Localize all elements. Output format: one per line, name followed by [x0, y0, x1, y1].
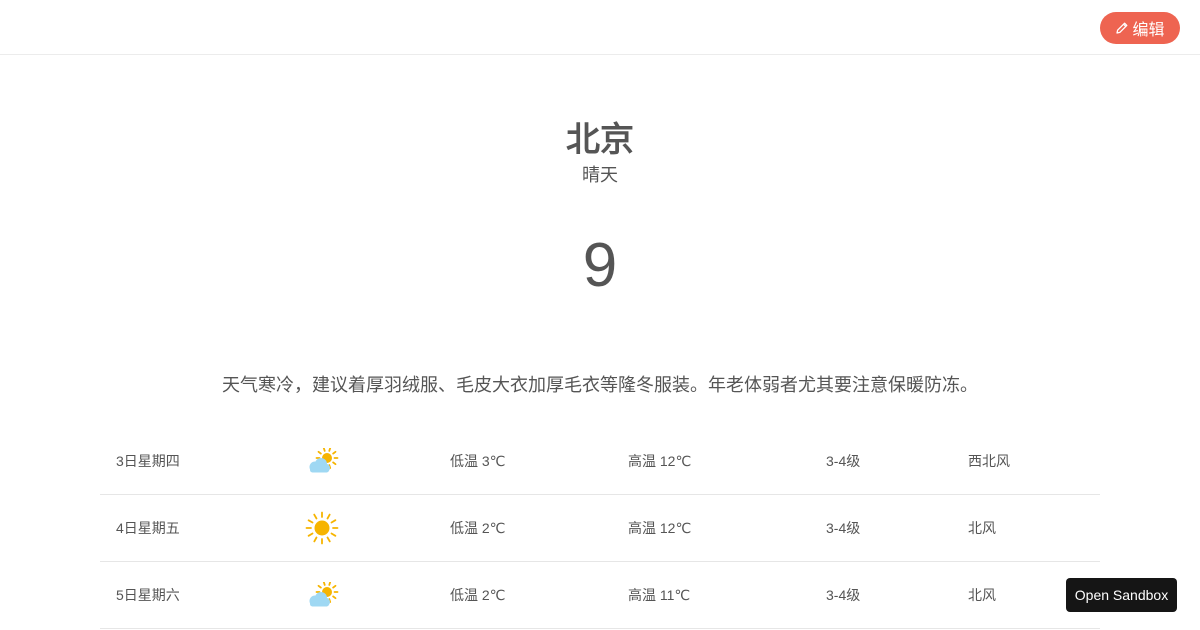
forecast-date: 3日星期四: [116, 453, 180, 469]
forecast-row: 4日星期五 低温 2℃ 高温 12℃ 3-4级 北风: [100, 495, 1100, 562]
edit-button-label: 编辑: [1132, 22, 1165, 39]
partly-cloudy-icon: [305, 562, 339, 628]
forecast-low-temp: 低温 2℃: [450, 587, 506, 603]
forecast-wind-direction: 北风: [968, 587, 996, 603]
forecast-high-temp: 高温 11℃: [628, 587, 691, 603]
top-bar: 编辑: [0, 0, 1200, 55]
current-temperature: 9: [582, 231, 618, 300]
forecast-wind-level: 3-4级: [826, 453, 861, 469]
clothing-tips: 天气寒冷，建议着厚羽绒服、毛皮大衣加厚毛衣等隆冬服装。年老体弱者尤其要注意保暖防…: [222, 375, 978, 395]
forecast-wind-direction: 西北风: [968, 453, 1010, 469]
forecast-date: 4日星期五: [116, 520, 180, 536]
forecast-wind-level: 3-4级: [826, 520, 861, 536]
forecast-list: 3日星期四 低温 3℃ 高温 12℃ 3-4级 西北风 4日星期五 低温 2℃ …: [100, 428, 1100, 629]
sunny-icon: [305, 495, 339, 561]
forecast-date: 5日星期六: [116, 587, 180, 603]
edit-button[interactable]: 编辑: [1100, 12, 1180, 44]
current-weather: 晴天: [582, 165, 618, 185]
forecast-low-temp: 低温 3℃: [450, 453, 506, 469]
pencil-icon: [1115, 21, 1129, 35]
forecast-wind-level: 3-4级: [826, 587, 861, 603]
forecast-low-temp: 低温 2℃: [450, 520, 506, 536]
forecast-row: 5日星期六 低温 2℃ 高温 11℃ 3-4级 北风: [100, 562, 1100, 629]
open-sandbox-button[interactable]: Open Sandbox: [1066, 578, 1177, 612]
partly-cloudy-icon: [305, 428, 339, 494]
forecast-high-temp: 高温 12℃: [628, 453, 692, 469]
forecast-wind-direction: 北风: [968, 520, 996, 536]
forecast-high-temp: 高温 12℃: [628, 520, 692, 536]
city-name: 北京: [566, 121, 634, 159]
forecast-row: 3日星期四 低温 3℃ 高温 12℃ 3-4级 西北风: [100, 428, 1100, 495]
